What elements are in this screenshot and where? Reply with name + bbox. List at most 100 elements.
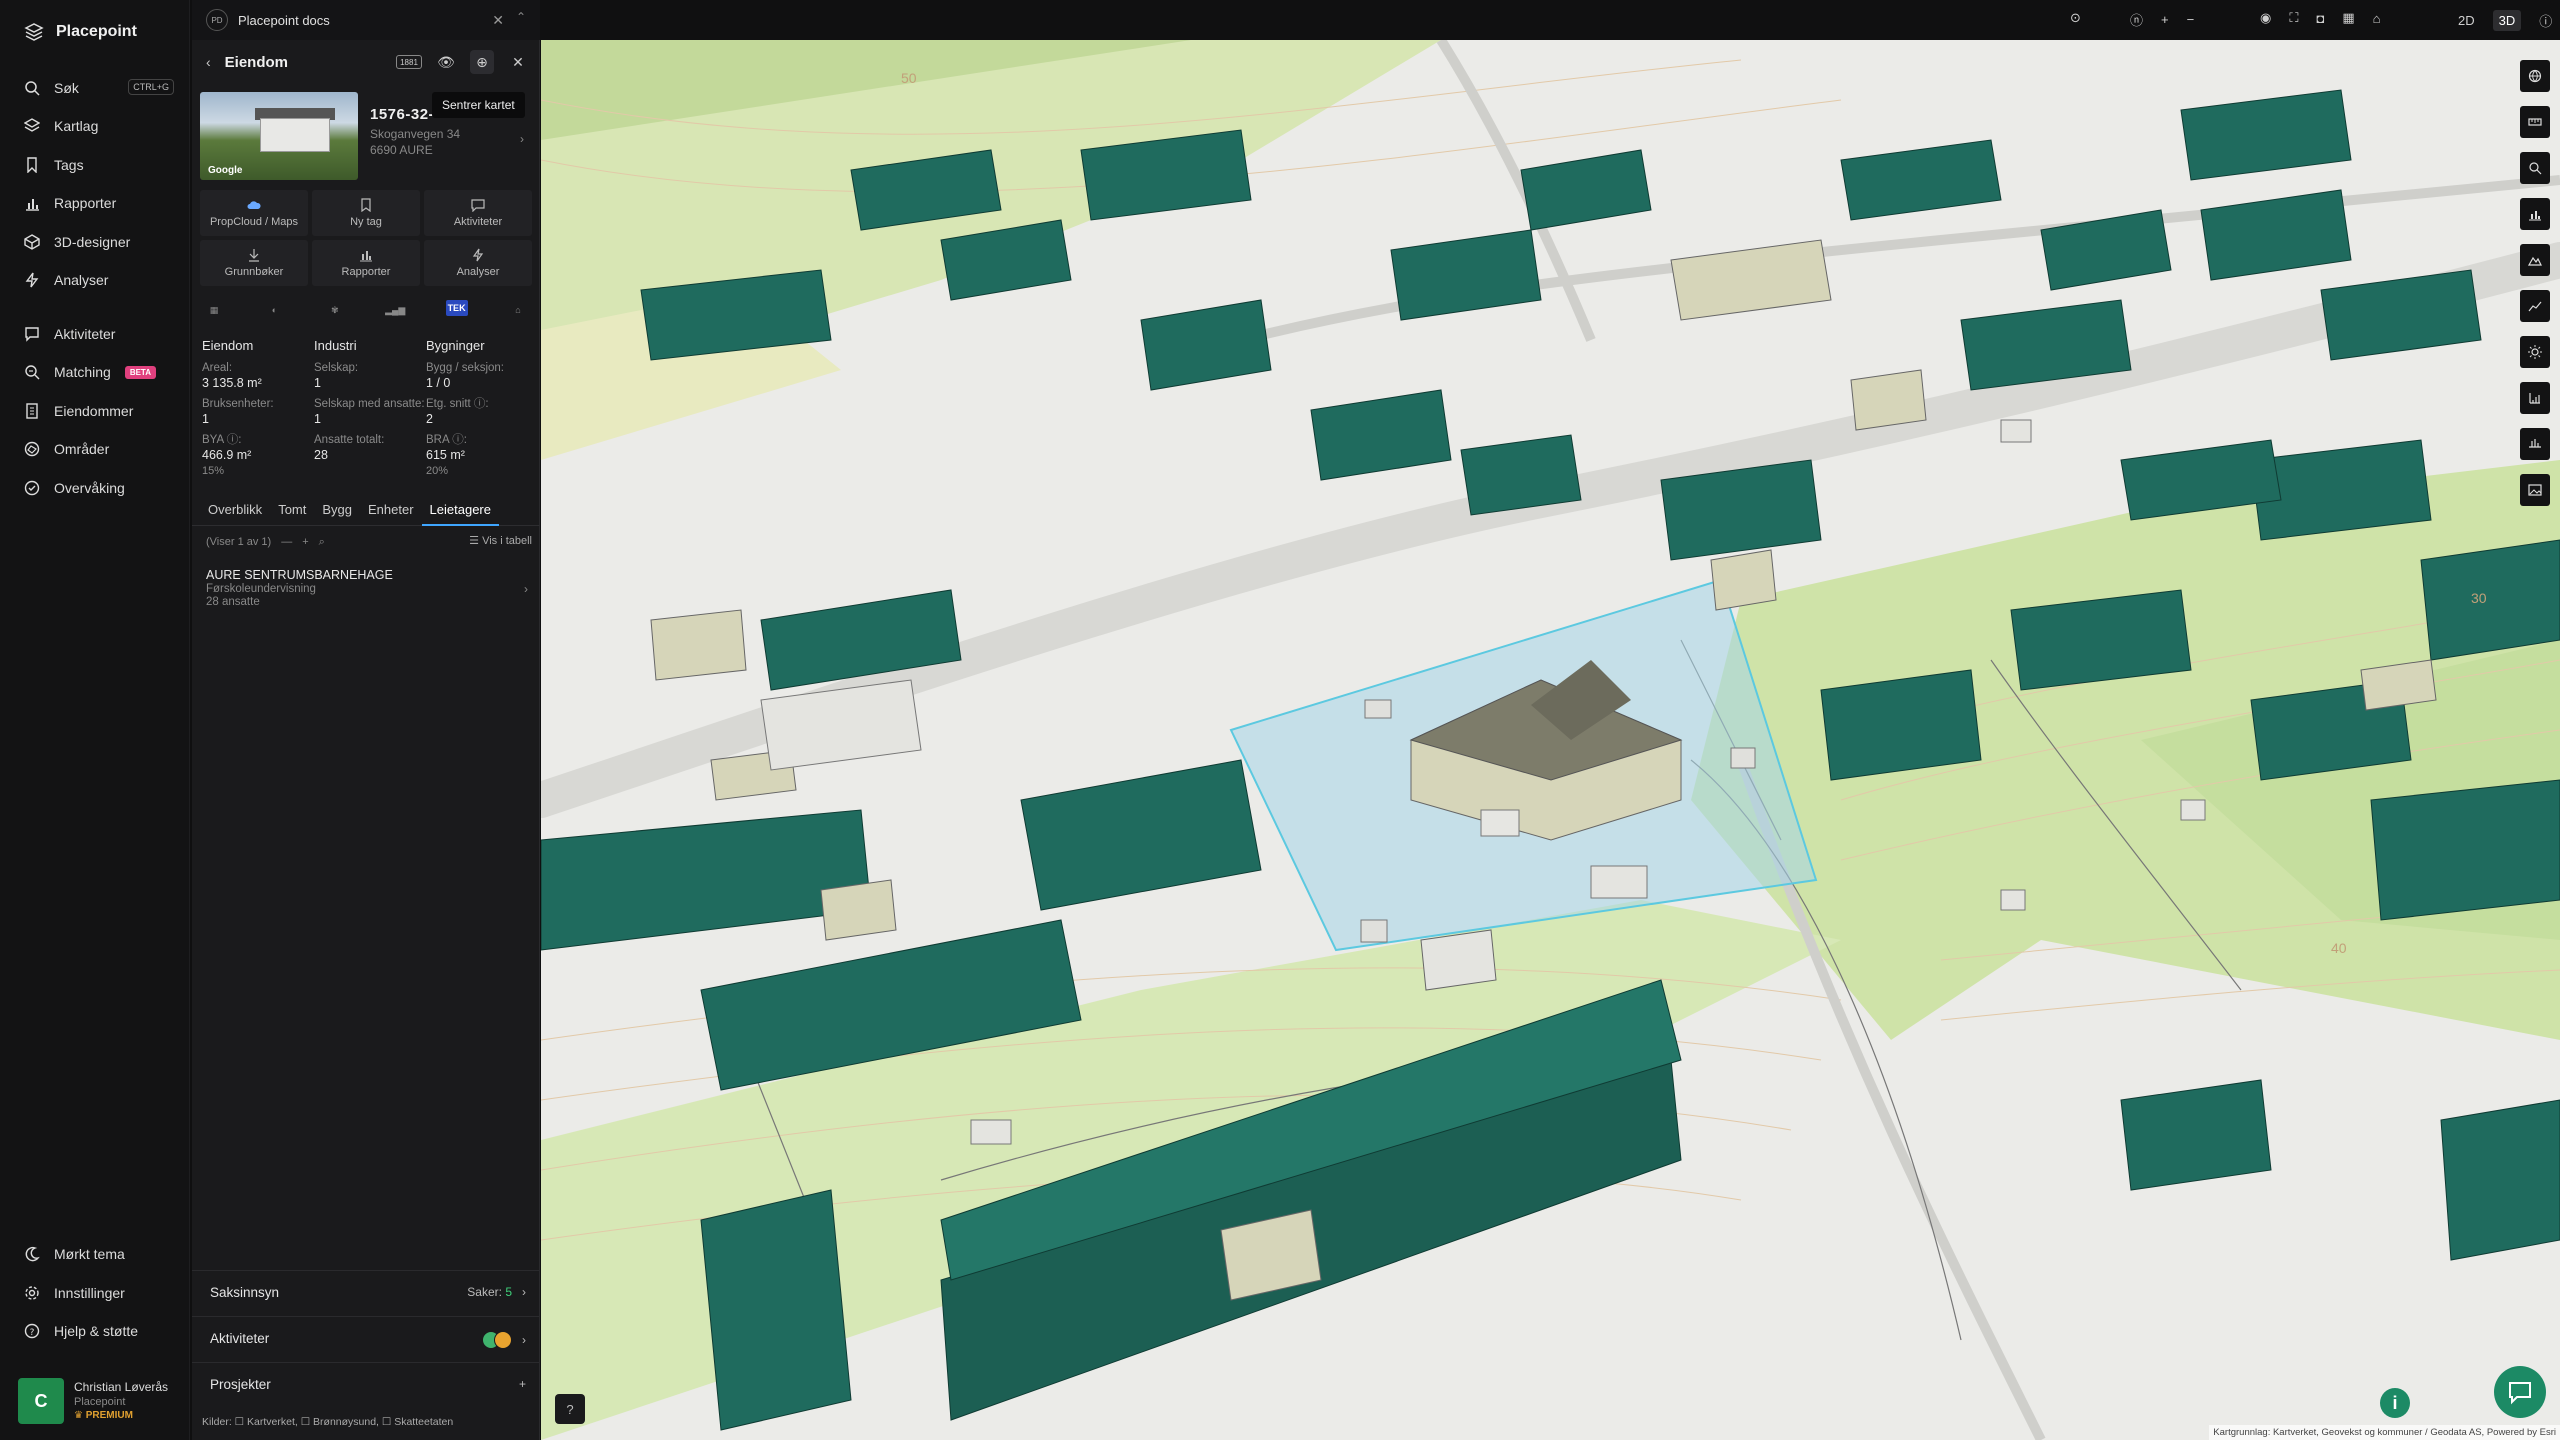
nav-item-label: Overvåking	[54, 480, 125, 496]
measure-icon[interactable]	[2520, 382, 2550, 414]
propcloud-button[interactable]: PropCloud / Maps	[200, 190, 308, 236]
dim-2d-button[interactable]: 2D	[2458, 13, 2475, 28]
plant-source-icon[interactable]: ✾	[325, 300, 345, 320]
stat-label: Areal:	[202, 362, 233, 374]
doc-tab[interactable]: PD Placepoint docs ✕ ⌃	[192, 0, 540, 40]
crosshair-icon[interactable]: ⊕	[470, 50, 494, 74]
elevation-icon[interactable]	[2520, 428, 2550, 460]
compass-icon[interactable]: ⓝ	[2130, 10, 2143, 29]
nav-item-overvaking[interactable]: Overvåking	[24, 477, 174, 499]
nav-item-rapporter[interactable]: Rapporter	[24, 192, 174, 214]
help-icon[interactable]: ?	[555, 1394, 585, 1424]
add-project-icon[interactable]: +	[519, 1377, 526, 1391]
globe-source-icon[interactable]: ◐	[264, 300, 284, 320]
tab-enheter[interactable]: Enheter	[360, 498, 422, 526]
new-tag-button[interactable]: Ny tag	[312, 190, 420, 236]
grid-icon[interactable]: ▦	[2342, 10, 2354, 26]
activities-button[interactable]: Aktiviteter	[424, 190, 532, 236]
nav-item-kartlag[interactable]: Kartlag	[24, 115, 174, 137]
terrain-icon[interactable]	[2520, 244, 2550, 276]
stats-bygninger: Bygninger Bygg / seksjon: 1 / 0 Etg. sni…	[426, 338, 532, 477]
camera-pin-icon[interactable]: ⊙	[2070, 10, 2081, 26]
nav-item-label: Aktiviteter	[54, 326, 116, 342]
tab-leietagere[interactable]: Leietagere	[421, 498, 499, 526]
dim-3d-button[interactable]: 3D	[2492, 10, 2522, 31]
chevron-right-icon: ›	[524, 582, 528, 596]
reports-button[interactable]: Rapporter	[312, 240, 420, 286]
analyses-button[interactable]: Analyser	[424, 240, 532, 286]
plus-icon[interactable]: +	[302, 536, 308, 548]
tab-overblikk[interactable]: Overblikk	[200, 498, 270, 526]
brand[interactable]: Placepoint	[24, 22, 137, 42]
nav-item-label: Områder	[54, 441, 110, 457]
back-arrow-icon[interactable]: ‹	[206, 54, 211, 70]
nav-item-dark-theme[interactable]: Mørkt tema	[24, 1243, 174, 1265]
chat-button[interactable]	[2494, 1366, 2546, 1418]
search-icon[interactable]: ⌕	[319, 536, 325, 549]
layers-search-icon[interactable]	[2520, 152, 2550, 184]
grunnboker-button[interactable]: Grunnbøker	[200, 240, 308, 286]
zoom-out-icon[interactable]: −	[2187, 12, 2195, 27]
globe-layer-icon[interactable]	[2520, 60, 2550, 92]
nav-item-omrader[interactable]: Områder	[24, 438, 174, 460]
bar-chart-icon	[360, 251, 372, 262]
user-plan: ♛ PREMIUM	[74, 1410, 168, 1421]
crown-icon: ♛	[74, 1410, 86, 1421]
eye-icon[interactable]: 👁	[434, 50, 458, 74]
tab-tomt[interactable]: Tomt	[270, 498, 314, 526]
bookmark-icon[interactable]: ⌂	[2373, 11, 2381, 26]
tab-bygg[interactable]: Bygg	[314, 498, 360, 526]
map-side-tools	[2520, 60, 2550, 506]
list-item[interactable]: AURE SENTRUMSBARNEHAGE Førskoleundervisn…	[206, 568, 532, 608]
info-circle-icon[interactable]: ⓘ	[2539, 11, 2552, 30]
close-panel-icon[interactable]: ✕	[506, 50, 530, 74]
section-aktiviteter[interactable]: Aktiviteter ›	[192, 1316, 540, 1360]
nav-item-3d-designer[interactable]: 3D-designer	[24, 231, 174, 253]
trend-icon[interactable]	[2520, 290, 2550, 322]
tag-1881[interactable]: 1881	[396, 55, 422, 69]
grid-source-icon[interactable]: ▦	[204, 300, 224, 320]
nav-item-aktiviteter[interactable]: Aktiviteter	[24, 323, 174, 345]
map-view[interactable]: 50 40 30 ? i Kartgrunnlag: Kartverket, G…	[541, 40, 2560, 1440]
nav-item-matching[interactable]: Matching BETA	[24, 361, 174, 383]
nav-item-label: Kartlag	[54, 118, 99, 134]
nav-item-search[interactable]: Søk CTRL+G	[24, 77, 174, 99]
signal-source-icon[interactable]: ▂▄▆	[385, 300, 405, 320]
beta-badge: BETA	[124, 365, 156, 379]
nav-item-settings[interactable]: Innstillinger	[24, 1282, 174, 1304]
plan-label: PREMIUM	[85, 1410, 133, 1421]
section-saksinnsyn[interactable]: Saksinnsyn Saker: 5 ›	[192, 1270, 540, 1314]
zoom-in-icon[interactable]: +	[2161, 12, 2169, 27]
google-label: Google	[208, 165, 243, 176]
action-label: Ny tag	[350, 216, 382, 228]
tek-source-icon[interactable]: TEK	[445, 300, 468, 316]
sun-icon[interactable]	[2520, 336, 2550, 368]
user-profile[interactable]: C Christian Løverås Placepoint ♛ PREMIUM	[18, 1378, 178, 1424]
action-label: PropCloud / Maps	[209, 216, 299, 228]
table-view-link[interactable]: ☰ Vis i tabell	[469, 534, 532, 547]
chart-icon[interactable]	[2520, 198, 2550, 230]
stat-value: 28	[314, 448, 328, 462]
tooltip: Sentrer kartet	[432, 92, 525, 118]
info-icon[interactable]: i	[2380, 1388, 2410, 1418]
eye-icon[interactable]: ◉	[2260, 10, 2271, 26]
nav-item-eiendommer[interactable]: Eiendommer	[24, 400, 174, 422]
nav-item-help[interactable]: ? Hjelp & støtte	[24, 1320, 174, 1342]
nav-item-label: Eiendommer	[54, 403, 134, 419]
camera-icon[interactable]: ◘	[2316, 11, 2324, 26]
image-icon[interactable]	[2520, 474, 2550, 506]
area-icon	[24, 441, 40, 457]
minus-icon[interactable]: —	[281, 536, 292, 548]
home-source-icon[interactable]: ⌂	[508, 300, 528, 320]
tenant-name: AURE SENTRUMSBARNEHAGE	[206, 568, 393, 582]
nav-item-tags[interactable]: Tags	[24, 154, 174, 176]
section-prosjekter[interactable]: Prosjekter +	[192, 1362, 540, 1406]
close-icon[interactable]: ✕	[492, 12, 504, 29]
ruler-icon[interactable]	[2520, 106, 2550, 138]
chevron-updown-icon[interactable]: ⌃	[516, 10, 526, 24]
nav-item-analyser[interactable]: Analyser	[24, 269, 174, 291]
street-view-photo[interactable]: Google	[200, 92, 358, 180]
map-toolbar-group-left: ⊙	[2070, 10, 2081, 26]
cloud-icon	[247, 201, 261, 209]
fullscreen-icon[interactable]: ⛶	[2289, 10, 2298, 26]
